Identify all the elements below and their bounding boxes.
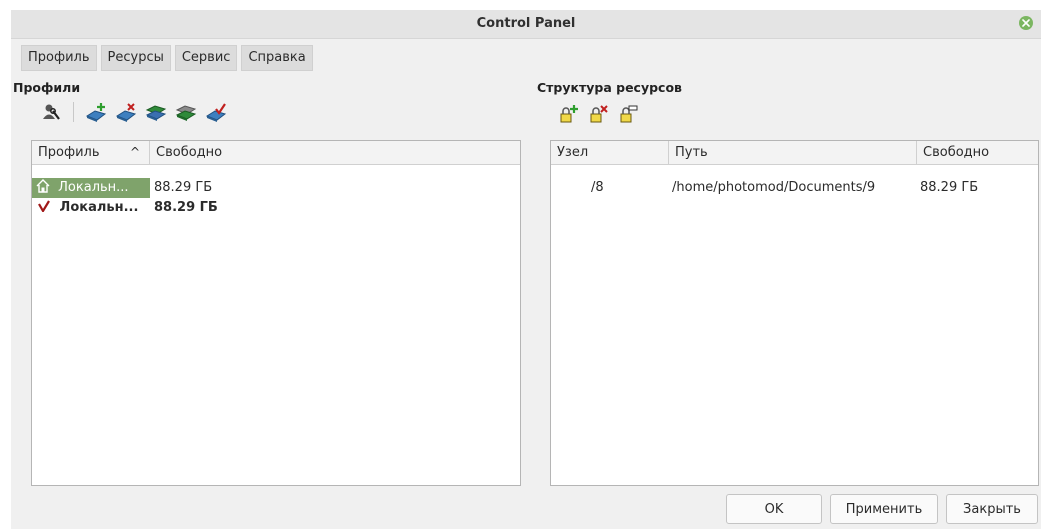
- close-button[interactable]: Закрыть: [946, 494, 1038, 524]
- profile-name-cell[interactable]: Локальн...: [32, 198, 150, 218]
- close-window-button[interactable]: [1019, 16, 1033, 30]
- profile-row[interactable]: Локальн... 88.29 ГБ: [32, 178, 520, 198]
- check-icon: [38, 200, 50, 214]
- copy-profile-button[interactable]: [144, 100, 168, 124]
- resources-table-header: Узел Путь Свободно: [551, 141, 1038, 165]
- home-icon: [36, 179, 50, 193]
- window-title: Control Panel: [476, 16, 576, 31]
- resource-node: /8: [591, 180, 604, 195]
- profiles-toolbar: [39, 100, 228, 124]
- stack-profile-icon: [175, 105, 197, 121]
- edit-resource-button[interactable]: [617, 102, 641, 126]
- ok-button[interactable]: OK: [726, 494, 822, 524]
- remove-resource-icon: [590, 105, 608, 123]
- resources-title: Структура ресурсов: [537, 80, 682, 95]
- menu-help[interactable]: Справка: [241, 45, 313, 71]
- activate-profile-icon: [205, 103, 227, 122]
- profiles-title: Профили: [13, 80, 81, 95]
- apply-button[interactable]: Применить: [830, 494, 938, 524]
- add-profile-icon: [85, 103, 107, 122]
- title-bar: Control Panel: [11, 10, 1041, 39]
- add-resource-icon: [560, 105, 578, 123]
- toolbar-separator: [73, 102, 74, 122]
- edit-resource-icon: [620, 105, 638, 123]
- profile-name: Локальн...: [58, 180, 129, 195]
- add-profile-button[interactable]: [84, 100, 108, 124]
- remove-resource-button[interactable]: [587, 102, 611, 126]
- resources-toolbar: [557, 102, 641, 126]
- column-header-node[interactable]: Узел: [551, 141, 669, 164]
- column-header-profile[interactable]: Профиль ^: [32, 141, 150, 164]
- menu-resources[interactable]: Ресурсы: [100, 45, 171, 71]
- remove-profile-icon: [115, 103, 137, 122]
- column-label-profile: Профиль: [38, 145, 100, 160]
- resource-free: 88.29 ГБ: [920, 180, 979, 195]
- column-header-free[interactable]: Свободно: [917, 141, 1038, 164]
- column-header-free[interactable]: Свободно: [150, 141, 520, 164]
- resources-table: Узел Путь Свободно /8 /home/photomod/Doc…: [550, 140, 1039, 486]
- profile-settings-button[interactable]: [39, 100, 63, 124]
- remove-profile-button[interactable]: [114, 100, 138, 124]
- stack-profile-button[interactable]: [174, 100, 198, 124]
- resource-row[interactable]: /8 /home/photomod/Documents/9 88.29 ГБ: [551, 178, 1038, 198]
- menu-profile[interactable]: Профиль: [21, 45, 97, 71]
- profile-free: 88.29 ГБ: [154, 180, 213, 195]
- close-icon: [1022, 19, 1030, 27]
- menu-bar: Профиль Ресурсы Сервис Справка: [21, 45, 313, 71]
- menu-service[interactable]: Сервис: [174, 45, 238, 71]
- profile-settings-icon: [43, 104, 60, 120]
- profile-row[interactable]: Локальн... 88.29 ГБ: [32, 198, 520, 218]
- control-panel-window: Control Panel Профиль Ресурсы Сервис Спр…: [11, 10, 1041, 529]
- profile-name: Локальн...: [59, 200, 139, 215]
- profiles-table: Профиль ^ Свободно Локальн... 88.29 ГБ Л…: [31, 140, 521, 486]
- profile-free: 88.29 ГБ: [154, 200, 218, 215]
- sort-indicator-icon: ^: [130, 145, 141, 159]
- activate-profile-button[interactable]: [204, 100, 228, 124]
- copy-profile-icon: [145, 105, 167, 121]
- add-resource-button[interactable]: [557, 102, 581, 126]
- profiles-table-header: Профиль ^ Свободно: [32, 141, 520, 165]
- column-header-path[interactable]: Путь: [669, 141, 917, 164]
- profile-name-cell[interactable]: Локальн...: [32, 178, 150, 198]
- resource-path: /home/photomod/Documents/9: [672, 180, 876, 195]
